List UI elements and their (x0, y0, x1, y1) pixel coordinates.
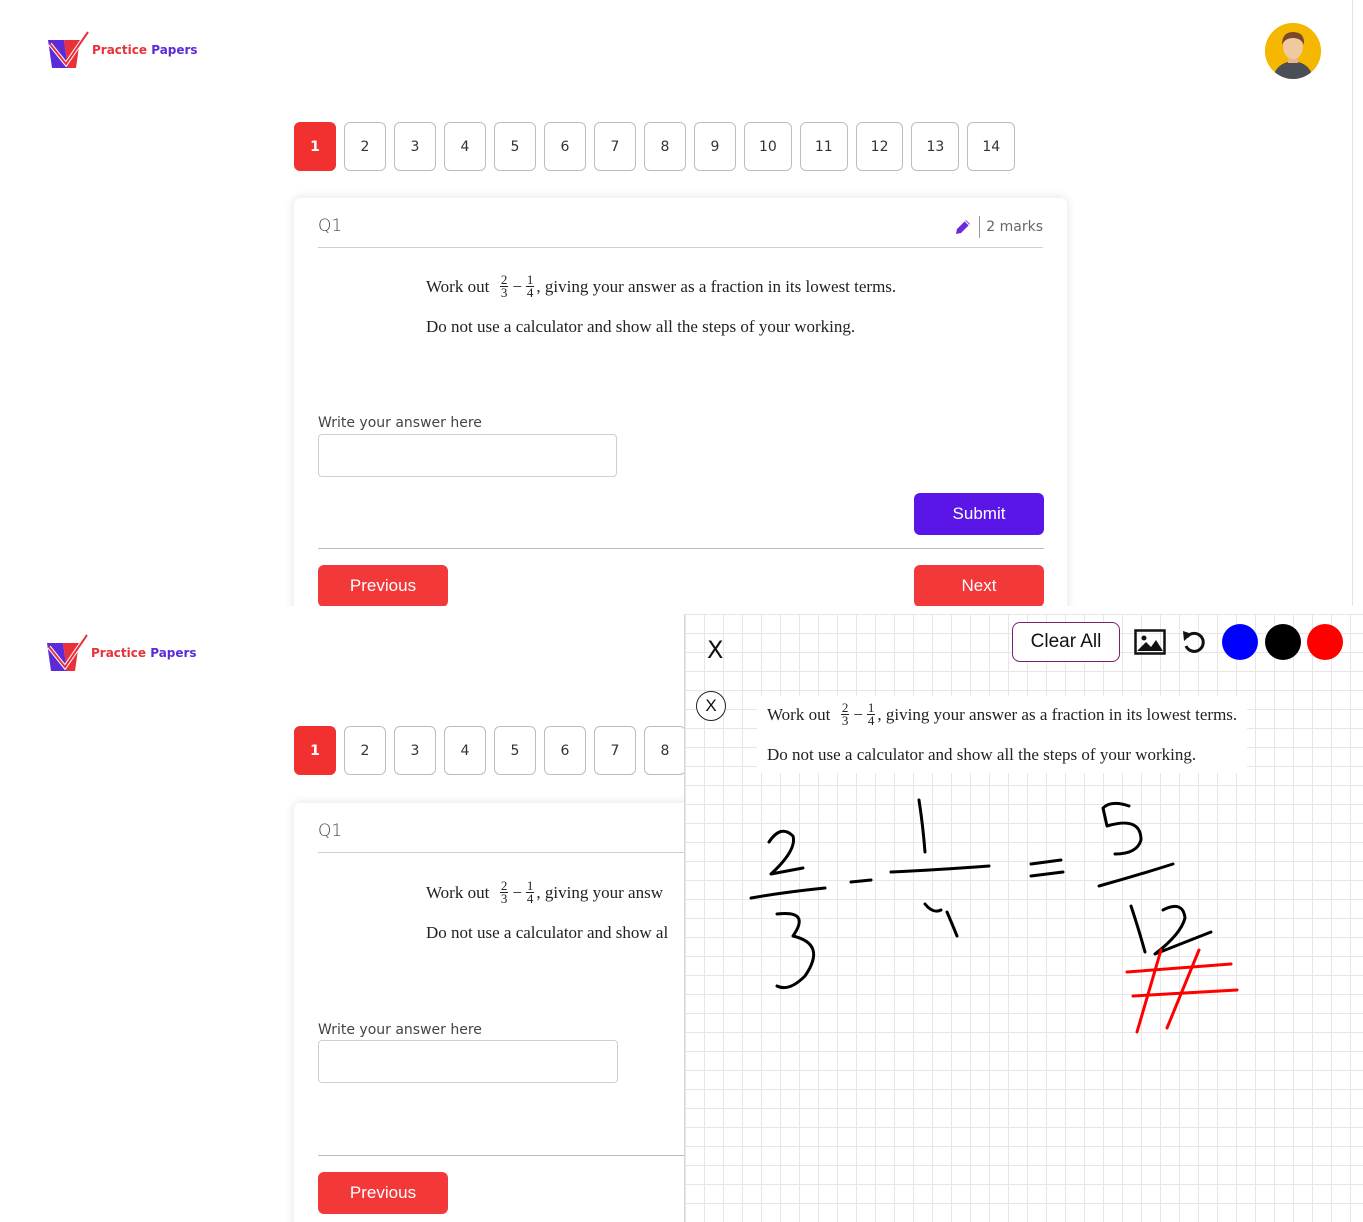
black-ink-strokes (749, 798, 1213, 990)
page-button-10[interactable]: 10 (744, 122, 792, 171)
red-ink-strokes (1125, 948, 1239, 1034)
user-avatar[interactable] (1265, 23, 1321, 79)
page-button-5[interactable]: 5 (494, 726, 536, 775)
page-button-6[interactable]: 6 (544, 122, 586, 171)
page-button-14[interactable]: 14 (967, 122, 1016, 171)
question-instruction: Do not use a calculator and show all the… (426, 317, 856, 336)
logo-text: Practice Papers (91, 646, 197, 660)
question-instruction: Do not use a calculator and show al (426, 923, 669, 942)
page-button-4[interactable]: 4 (444, 726, 486, 775)
page-button-2[interactable]: 2 (344, 726, 386, 775)
fraction-2: 14 (525, 272, 535, 300)
pencil-icon[interactable] (953, 217, 973, 237)
question-number: Q1 (318, 821, 343, 841)
page-button-2[interactable]: 2 (344, 122, 386, 171)
answer-input[interactable] (318, 434, 617, 477)
question-text: Work out 23 − 14 , giving your answer as… (426, 272, 897, 337)
next-button[interactable]: Next (914, 565, 1044, 606)
fraction-2: 14 (525, 878, 535, 906)
answer-label: Write your answer here (318, 415, 482, 431)
logo-text: Practice Papers (92, 43, 198, 57)
question-suffix: , giving your answer as a fraction in it… (536, 276, 897, 296)
question-line-1: Work out 23 − 14 , giving your answer as… (426, 272, 897, 300)
page-button-5[interactable]: 5 (494, 122, 536, 171)
fraction-1: 23 (499, 878, 509, 906)
scratchpad-overlay[interactable]: X X Clear All Work out 23 − 14 , giving … (684, 614, 1363, 1222)
page-button-6[interactable]: 6 (544, 726, 586, 775)
page-button-4[interactable]: 4 (444, 122, 486, 171)
logo[interactable]: Practice Papers (45, 633, 197, 673)
marks-info: 2 marks (953, 216, 1043, 238)
page-button-7[interactable]: 7 (594, 726, 636, 775)
page-button-1[interactable]: 1 (294, 122, 336, 171)
logo-icon (47, 633, 89, 671)
minus-sign: − (512, 276, 522, 296)
handwriting-canvas[interactable] (685, 614, 1363, 1222)
previous-button[interactable]: Previous (318, 565, 448, 606)
submit-button[interactable]: Submit (914, 493, 1044, 535)
page-button-3[interactable]: 3 (394, 122, 436, 171)
page-button-1[interactable]: 1 (294, 726, 336, 775)
card-divider (318, 548, 1044, 549)
logo-icon (48, 30, 90, 68)
marks-label: 2 marks (986, 219, 1043, 235)
page-button-8[interactable]: 8 (644, 122, 686, 171)
page-button-9[interactable]: 9 (694, 122, 736, 171)
question-card: Q1 2 marks Work out 23 − 14 , giving you… (294, 198, 1067, 606)
question-pagination: 1 2 3 4 5 6 7 8 (294, 726, 686, 775)
page-button-3[interactable]: 3 (394, 726, 436, 775)
marks-separator (979, 216, 981, 238)
answer-input[interactable] (318, 1040, 618, 1083)
question-header: Q1 2 marks (318, 216, 1043, 248)
fraction-1: 23 (499, 272, 509, 300)
question-number: Q1 (318, 216, 343, 236)
page-button-8[interactable]: 8 (644, 726, 686, 775)
previous-button[interactable]: Previous (318, 1172, 448, 1214)
page-button-7[interactable]: 7 (594, 122, 636, 171)
avatar-icon (1265, 23, 1321, 79)
scrollbar-edge (1352, 0, 1353, 606)
question-pagination: 1 2 3 4 5 6 7 8 9 10 11 12 13 14 (294, 122, 1016, 171)
question-view: Practice Papers 1 2 3 4 5 6 7 8 9 10 11 … (0, 0, 1363, 606)
page-button-12[interactable]: 12 (855, 122, 904, 171)
page-button-11[interactable]: 11 (799, 122, 848, 171)
answer-label: Write your answer here (318, 1022, 482, 1038)
page-button-13[interactable]: 13 (911, 122, 960, 171)
question-text: Work out 23 − 14 , giving your answ Do n… (426, 878, 669, 943)
scratchpad-view: Practice Papers 1 2 3 4 5 6 7 8 Q1 Work … (0, 606, 1363, 1222)
question-line-1: Work out 23 − 14 , giving your answ (426, 878, 663, 906)
question-prefix: Work out (426, 276, 490, 296)
logo[interactable]: Practice Papers (46, 30, 198, 70)
